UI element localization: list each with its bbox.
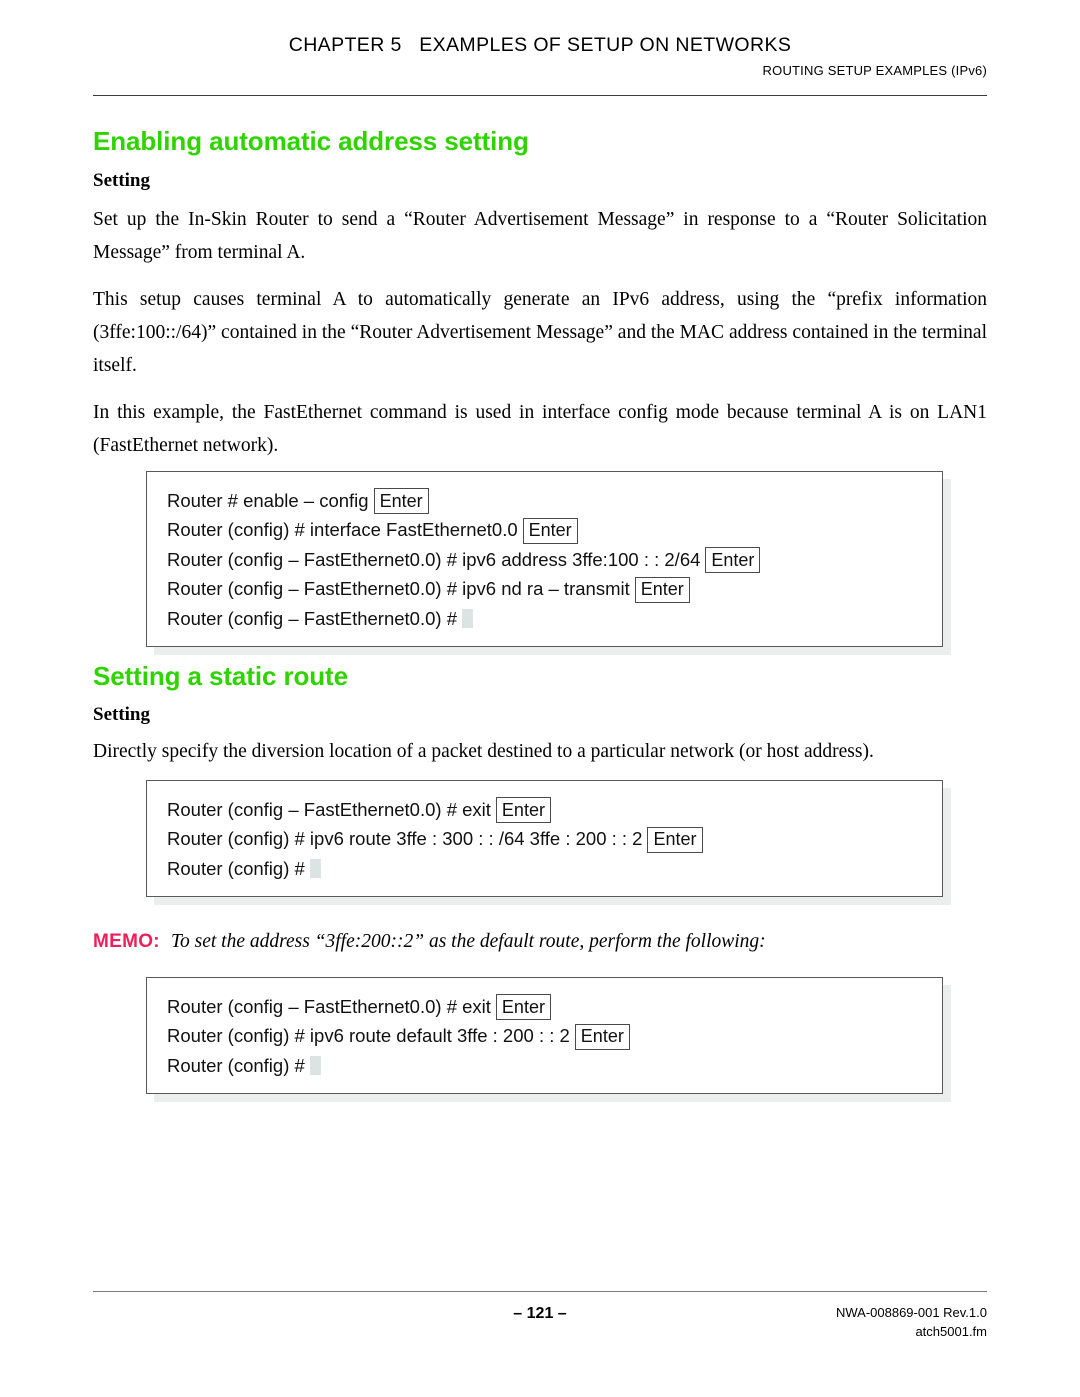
section-heading-setting-a-static-route: Setting a static route xyxy=(93,661,348,691)
header-chapter-title: CHAPTER 5 EXAMPLES OF SETUP ON NETWORKS xyxy=(288,34,792,56)
console-line: Router (config) # xyxy=(167,1051,924,1079)
console-line: Router (config) # xyxy=(167,854,924,882)
console-line: Router (config – FastEthernet0.0) # exit… xyxy=(167,795,924,825)
console-line: Router (config – FastEthernet0.0) # xyxy=(167,604,924,632)
section-heading-enabling-automatic-address-setting: Enabling automatic address setting xyxy=(93,126,529,156)
enter-key-button[interactable]: Enter xyxy=(705,547,761,573)
footer-document-info: NWA-008869-001 Rev.1.0 atch5001.fm xyxy=(836,1303,987,1341)
console-line-text: Router (config) # xyxy=(167,1054,305,1076)
console-line: Router (config) # ipv6 route default 3ff… xyxy=(167,1022,924,1052)
console-lines-section2: Router (config – FastEthernet0.0) # exit… xyxy=(167,795,924,882)
console-cursor xyxy=(309,1055,321,1075)
console-line: Router (config – FastEthernet0.0) # ipv6… xyxy=(167,575,924,605)
console-line-text: Router (config – FastEthernet0.0) # ipv6… xyxy=(167,548,701,570)
section1-paragraph-2: This setup causes terminal A to automati… xyxy=(93,289,987,376)
console-box-section2: Router (config – FastEthernet0.0) # exit… xyxy=(146,780,951,905)
header-divider xyxy=(93,95,987,96)
enter-key-button[interactable]: Enter xyxy=(574,1023,630,1050)
console-line: Router (config – FastEthernet0.0) # exit… xyxy=(167,992,924,1022)
console-line-text: Router (config – FastEthernet0.0) # ipv6… xyxy=(167,578,630,599)
console-cursor xyxy=(461,608,473,628)
footer-divider xyxy=(93,1291,987,1292)
console-line-text: Router (config) # ipv6 route default 3ff… xyxy=(167,1025,570,1046)
console-box-memo: Router (config – FastEthernet0.0) # exit… xyxy=(146,977,951,1102)
enter-key-button[interactable]: Enter xyxy=(495,994,551,1020)
console-line-text: Router (config) # interface FastEthernet… xyxy=(167,519,518,540)
console-line-text: Router # enable – config xyxy=(167,489,369,511)
console-box-body: Router # enable – config Enter Router (con… xyxy=(146,471,943,647)
section2-paragraph-1: Directly specify the diversion location … xyxy=(93,741,874,762)
console-line: Router (config – FastEthernet0.0) # ipv6… xyxy=(167,545,924,575)
console-line-text: Router (config – FastEthernet0.0) # xyxy=(167,607,457,629)
console-box-section1: Router # enable – config Enter Router (con… xyxy=(146,471,951,655)
console-lines-memo: Router (config – FastEthernet0.0) # exit… xyxy=(167,992,924,1079)
console-line: Router (config) # ipv6 route 3ffe : 300 … xyxy=(167,825,924,855)
section1-paragraph-1: Set up the In-Skin Router to send a “Rou… xyxy=(93,209,987,263)
memo-block: MEMO: To set the address “3ffe:200::2” as… xyxy=(93,927,987,957)
section2-subheading-setting: Setting xyxy=(93,704,150,725)
console-line: Router # enable – config Enter xyxy=(167,486,924,516)
footer-doc-number: NWA-008869-001 Rev.1.0 xyxy=(835,1305,987,1320)
footer-file-name: atch5001.fm xyxy=(915,1324,987,1339)
enter-key-button[interactable]: Enter xyxy=(373,488,429,514)
memo-text: To set the address “3ffe:200::2” as the … xyxy=(170,931,766,952)
console-line-text: Router (config – FastEthernet0.0) # exit xyxy=(167,995,491,1017)
console-line: Router (config) # interface FastEthernet… xyxy=(167,516,924,546)
enter-key-button[interactable]: Enter xyxy=(522,517,578,544)
console-box-body: Router (config – FastEthernet0.0) # exit… xyxy=(146,977,943,1094)
document-page: CHAPTER 5 EXAMPLES OF SETUP ON NETWORKS … xyxy=(0,0,1080,1397)
section1-subheading-setting: Setting xyxy=(93,170,150,191)
console-cursor xyxy=(309,858,321,878)
enter-key-button[interactable]: Enter xyxy=(495,797,551,823)
memo-label: MEMO: xyxy=(93,931,160,952)
page-header: CHAPTER 5 EXAMPLES OF SETUP ON NETWORKS … xyxy=(93,34,987,78)
enter-key-button[interactable]: Enter xyxy=(634,576,690,603)
console-line-text: Router (config) # xyxy=(167,857,305,879)
header-subtitle: ROUTING SETUP EXAMPLES (IPv6) xyxy=(762,63,987,78)
enter-key-button[interactable]: Enter xyxy=(647,826,703,853)
console-box-body: Router (config – FastEthernet0.0) # exit… xyxy=(146,780,943,897)
console-line-text: Router (config) # ipv6 route 3ffe : 300 … xyxy=(167,828,643,849)
console-line-text: Router (config – FastEthernet0.0) # exit xyxy=(167,798,491,820)
console-lines-section1: Router # enable – config Enter Router (con… xyxy=(167,486,924,632)
section1-paragraph-3: In this example, the FastEthernet comman… xyxy=(93,402,987,456)
